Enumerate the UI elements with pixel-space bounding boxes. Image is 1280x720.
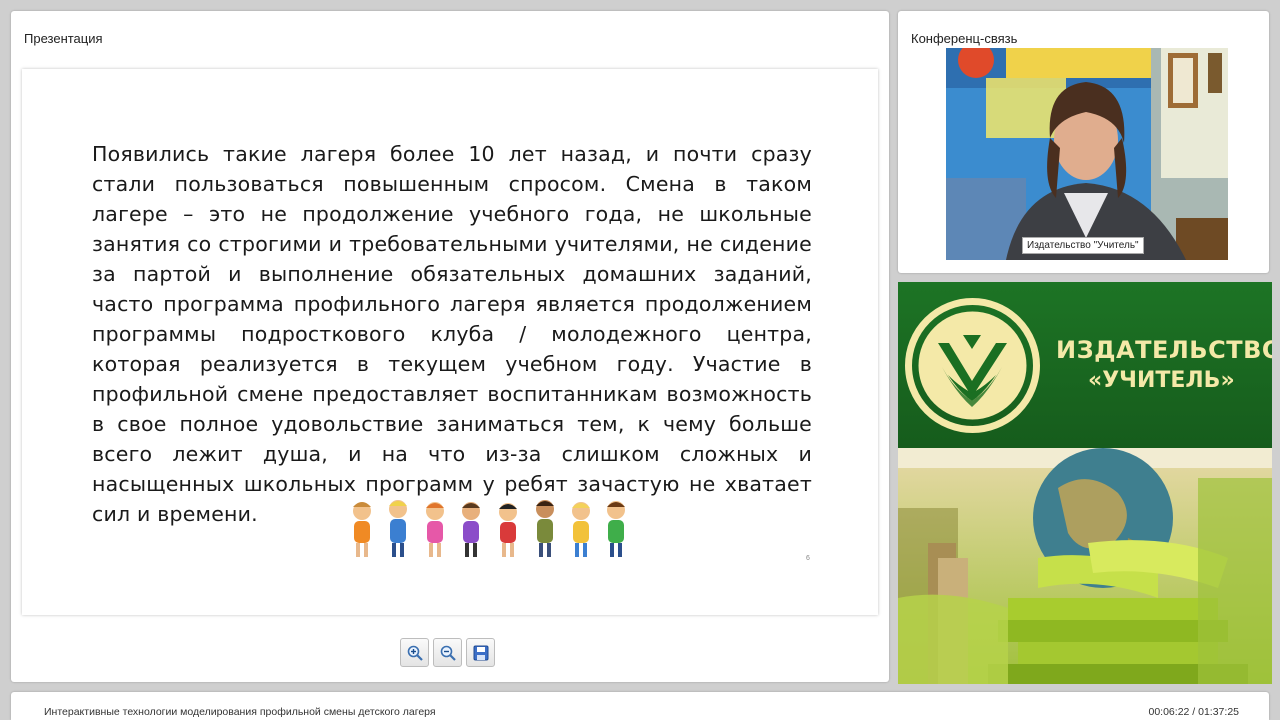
branding-band: ИЗДАТЕЛЬСТВО «УЧИТЕЛЬ» — [898, 282, 1272, 448]
child-figure-2 — [389, 500, 407, 557]
presentation-toolbar — [400, 638, 495, 668]
save-button[interactable] — [466, 638, 495, 667]
slide-number: 6 — [806, 555, 810, 562]
presentation-panel-title: Презентация — [24, 31, 103, 46]
slide-text: Появились такие лагеря более 10 лет наза… — [92, 142, 812, 526]
child-figure-1 — [353, 502, 371, 557]
conference-panel: Конференц-связь Издательство "Учитель" — [898, 11, 1269, 273]
child-figure-7 — [572, 502, 590, 557]
zoom-out-button[interactable] — [433, 638, 462, 667]
presentation-panel: Презентация Появились такие лагеря более… — [11, 11, 889, 682]
books-globe-image — [898, 448, 1272, 684]
child-figure-5 — [499, 503, 517, 557]
conference-panel-title: Конференц-связь — [911, 31, 1018, 46]
publisher-logo — [905, 298, 1040, 433]
zoom-in-button[interactable] — [400, 638, 429, 667]
zoom-out-icon — [440, 645, 456, 661]
video-feed: Издательство "Учитель" — [946, 48, 1228, 260]
zoom-in-icon — [407, 645, 423, 661]
child-figure-4 — [462, 502, 480, 557]
save-icon — [473, 645, 488, 660]
webinar-title: Интерактивные технологии моделирования п… — [44, 706, 436, 718]
branding-panel: ИЗДАТЕЛЬСТВО «УЧИТЕЛЬ» — [898, 282, 1272, 684]
brand-name-line1: ИЗДАТЕЛЬСТВО — [1056, 336, 1272, 364]
child-figure-6 — [536, 500, 554, 557]
child-figure-8 — [607, 501, 625, 557]
child-figure-3 — [426, 502, 444, 557]
footer-bar: Интерактивные технологии моделирования п… — [11, 692, 1269, 720]
speaker-label: Издательство "Учитель" — [1022, 237, 1144, 254]
brand-name-line2: «УЧИТЕЛЬ» — [1088, 368, 1235, 393]
slide: Появились такие лагеря более 10 лет наза… — [22, 69, 878, 615]
video-frame-image — [946, 48, 1228, 260]
playback-time: 00:06:22 / 01:37:25 — [1148, 706, 1240, 718]
children-illustration — [353, 500, 625, 557]
